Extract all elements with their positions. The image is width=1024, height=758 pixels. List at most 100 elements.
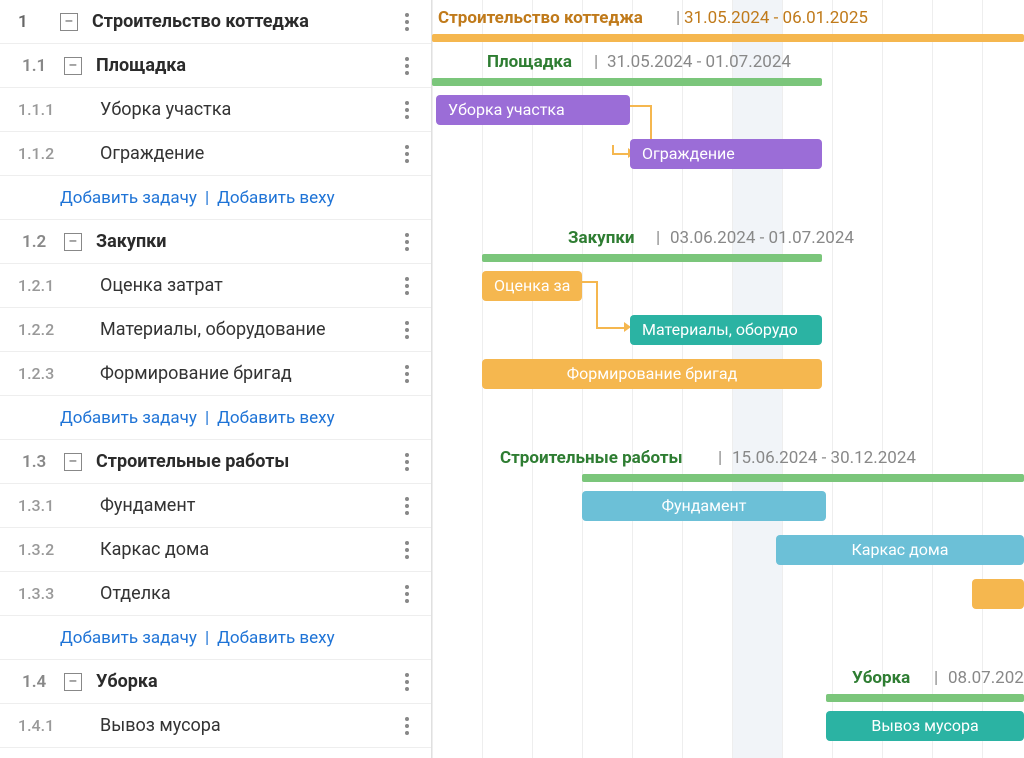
group-label: Уборка xyxy=(852,668,910,688)
wbs-number: 1.2 xyxy=(4,232,64,252)
group-label: Строительство коттеджа xyxy=(438,8,643,28)
add-task-link[interactable]: Добавить задачу xyxy=(60,628,197,648)
task-name: Строительные работы xyxy=(96,451,387,472)
task-bar[interactable]: Материалы, оборудо xyxy=(630,315,822,345)
wbs-number: 1.3.2 xyxy=(0,540,60,559)
group-label: Закупки xyxy=(568,228,635,248)
more-icon[interactable] xyxy=(397,96,417,124)
more-icon[interactable] xyxy=(397,272,417,300)
collapse-toggle[interactable]: – xyxy=(64,57,82,75)
pipe-icon: | xyxy=(934,668,938,688)
wbs-number: 1.3.1 xyxy=(0,496,60,515)
task-bar[interactable]: Вывоз мусора xyxy=(826,711,1024,741)
task-name: Закупки xyxy=(96,231,387,252)
task-name: Уборка xyxy=(96,671,387,692)
group-label: Площадка xyxy=(487,52,572,72)
gantt-row-spacer xyxy=(432,616,1024,660)
add-task-link[interactable]: Добавить задачу xyxy=(60,408,197,428)
group-bar[interactable] xyxy=(826,694,1024,702)
group-bar[interactable] xyxy=(432,34,1024,42)
tree-row-task[interactable]: 1.2.2 Материалы, оборудование xyxy=(0,308,431,352)
add-milestone-link[interactable]: Добавить веху xyxy=(217,628,335,648)
tree-row-task[interactable]: 1.1.2 Ограждение xyxy=(0,132,431,176)
gantt-row-task: Каркас дома xyxy=(432,528,1024,572)
more-icon[interactable] xyxy=(397,140,417,168)
more-icon[interactable] xyxy=(397,8,417,36)
collapse-toggle[interactable]: – xyxy=(64,453,82,471)
more-icon[interactable] xyxy=(397,712,417,740)
task-bar[interactable]: Оценка за xyxy=(482,271,582,301)
gantt-row-task: Материалы, оборудо xyxy=(432,308,1024,352)
gantt-row-spacer xyxy=(432,396,1024,440)
separator: | xyxy=(205,188,209,208)
more-icon[interactable] xyxy=(397,492,417,520)
add-task-link[interactable]: Добавить задачу xyxy=(60,188,197,208)
task-name: Каркас дома xyxy=(60,539,387,560)
tree-row-task[interactable]: 1.4.1 Вывоз мусора xyxy=(0,704,431,748)
more-icon[interactable] xyxy=(397,580,417,608)
tree-row-task[interactable]: 1.2.1 Оценка затрат xyxy=(0,264,431,308)
add-milestone-link[interactable]: Добавить веху xyxy=(217,408,335,428)
more-icon[interactable] xyxy=(397,228,417,256)
tree-row-group[interactable]: 1.3 – Строительные работы xyxy=(0,440,431,484)
wbs-number: 1.2.3 xyxy=(0,364,60,383)
wbs-number: 1.4 xyxy=(4,672,64,692)
collapse-toggle[interactable]: – xyxy=(60,13,78,31)
task-name: Фундамент xyxy=(60,495,387,516)
tree-row-task[interactable]: 1.2.3 Формирование бригад xyxy=(0,352,431,396)
group-dates: 31.05.2024 - 01.07.2024 xyxy=(607,52,791,72)
tree-row-group[interactable]: 1.2 – Закупки xyxy=(0,220,431,264)
pipe-icon: | xyxy=(656,228,660,248)
pipe-icon: | xyxy=(594,52,598,72)
gantt-row-task: Вывоз мусора xyxy=(432,704,1024,748)
tree-row-task[interactable]: 1.3.3 Отделка xyxy=(0,572,431,616)
task-tree-panel: 1 – Строительство коттеджа 1.1 – Площадк… xyxy=(0,0,432,758)
task-bar[interactable] xyxy=(972,579,1024,609)
gantt-row-task: Ограждение xyxy=(432,132,1024,176)
gantt-panel[interactable]: Строительство коттеджа | 31.05.2024 - 06… xyxy=(432,0,1024,758)
task-bar[interactable]: Фундамент xyxy=(582,491,826,521)
tree-row-project[interactable]: 1 – Строительство коттеджа xyxy=(0,0,431,44)
wbs-number: 1.2.2 xyxy=(0,320,60,339)
task-name: Строительство коттеджа xyxy=(92,11,387,32)
more-icon[interactable] xyxy=(397,448,417,476)
tree-row-group[interactable]: 1.1 – Площадка xyxy=(0,44,431,88)
collapse-toggle[interactable]: – xyxy=(64,233,82,251)
gantt-row-group: Площадка | 31.05.2024 - 01.07.2024 xyxy=(432,44,1024,88)
task-bar[interactable]: Каркас дома xyxy=(776,535,1024,565)
group-bar[interactable] xyxy=(432,78,822,86)
add-row: Добавить задачу | Добавить веху xyxy=(0,396,431,440)
separator: | xyxy=(205,408,209,428)
task-bar[interactable]: Формирование бригад xyxy=(482,359,822,389)
tree-row-group[interactable]: 1.4 – Уборка xyxy=(0,660,431,704)
group-bar[interactable] xyxy=(482,254,822,262)
tree-row-task[interactable]: 1.3.2 Каркас дома xyxy=(0,528,431,572)
group-dates: 31.05.2024 - 06.01.2025 xyxy=(684,8,868,28)
wbs-number: 1.2.1 xyxy=(0,276,60,295)
add-milestone-link[interactable]: Добавить веху xyxy=(217,188,335,208)
more-icon[interactable] xyxy=(397,52,417,80)
more-icon[interactable] xyxy=(397,668,417,696)
task-name: Вывоз мусора xyxy=(60,715,387,736)
gantt-row-group: Строительные работы | 15.06.2024 - 30.12… xyxy=(432,440,1024,484)
tree-row-task[interactable]: 1.3.1 Фундамент xyxy=(0,484,431,528)
task-bar[interactable]: Уборка участка xyxy=(436,95,630,125)
more-icon[interactable] xyxy=(397,360,417,388)
gantt-row-group: Уборка | 08.07.202 xyxy=(432,660,1024,704)
tree-row-task[interactable]: 1.1.1 Уборка участка xyxy=(0,88,431,132)
more-icon[interactable] xyxy=(397,316,417,344)
group-dates: 03.06.2024 - 01.07.2024 xyxy=(670,228,854,248)
wbs-number: 1 xyxy=(0,12,60,32)
group-bar[interactable] xyxy=(582,474,1024,482)
task-bar[interactable]: Ограждение xyxy=(630,139,822,169)
wbs-number: 1.4.1 xyxy=(0,716,60,735)
wbs-number: 1.3 xyxy=(4,452,64,472)
wbs-number: 1.1.2 xyxy=(0,144,60,163)
gantt-row-project: Строительство коттеджа | 31.05.2024 - 06… xyxy=(432,0,1024,44)
collapse-toggle[interactable]: – xyxy=(64,673,82,691)
group-dates: 15.06.2024 - 30.12.2024 xyxy=(732,448,916,468)
task-name: Уборка участка xyxy=(60,99,387,120)
task-name: Материалы, оборудование xyxy=(60,319,387,340)
more-icon[interactable] xyxy=(397,536,417,564)
task-name: Формирование бригад xyxy=(60,363,387,384)
